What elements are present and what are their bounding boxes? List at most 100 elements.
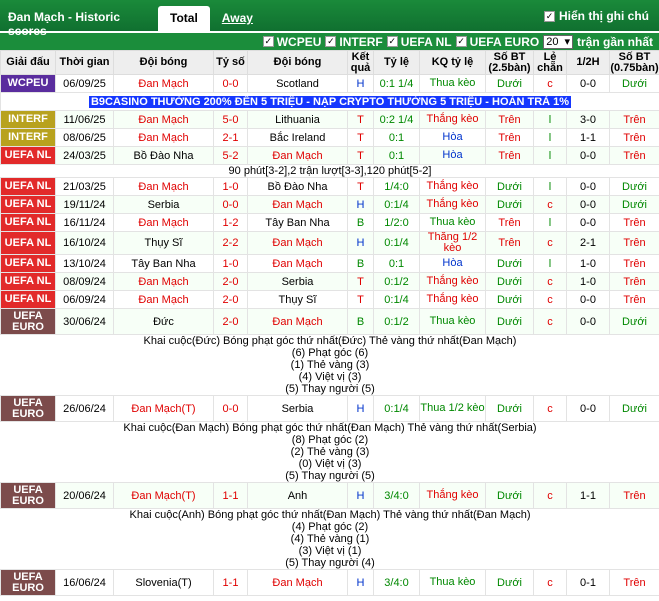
- filter-wcpeu[interactable]: ✓ WCPEU: [262, 35, 321, 49]
- filter-uefa-nl[interactable]: ✓ UEFA NL: [386, 35, 452, 49]
- home-team[interactable]: Đan Mạch(T): [113, 395, 214, 422]
- league-badge[interactable]: UEFA NL: [0, 254, 56, 273]
- over-under: Trên: [485, 110, 534, 129]
- home-team[interactable]: Đan Mạch: [113, 128, 214, 147]
- promo-banner[interactable]: B9CASINO THƯỞNG 200% ĐẾN 5 TRIỆU - NẠP C…: [0, 92, 659, 111]
- league-badge[interactable]: UEFA NL: [0, 146, 56, 165]
- away-team[interactable]: Serbia: [247, 395, 348, 422]
- away-team[interactable]: Anh: [247, 482, 348, 509]
- league-badge[interactable]: UEFA EURO: [0, 395, 56, 422]
- table-row[interactable]: UEFA EURO 16/06/24 Slovenia(T) 1-1 Đan Mạch H…: [0, 569, 659, 596]
- league-badge[interactable]: UEFA NL: [0, 290, 56, 309]
- away-team[interactable]: Đan Mạch: [247, 569, 348, 596]
- league-badge[interactable]: UEFA NL: [0, 195, 56, 214]
- tab-total[interactable]: Total: [158, 6, 210, 31]
- league-badge[interactable]: INTERF: [0, 110, 56, 129]
- promo-text[interactable]: B9CASINO THƯỞNG 200% ĐẾN 5 TRIỆU - NẠP C…: [88, 95, 572, 108]
- score: 5-2: [213, 146, 248, 165]
- checkbox-icon[interactable]: ✓: [455, 36, 467, 47]
- half-time-score: 0-0: [566, 213, 610, 232]
- away-team[interactable]: Đan Mạch: [247, 231, 348, 255]
- half-time-score: 1-0: [566, 272, 610, 291]
- table-row[interactable]: UEFA NL 16/10/24 Thụy Sĩ 2-2 Đan Mạch H 0:1/4 T…: [0, 231, 659, 255]
- match-date: 16/10/24: [55, 231, 114, 255]
- over-under-075: Trên: [609, 110, 659, 129]
- table-row[interactable]: UEFA NL 24/03/25 Bồ Đào Nha 5-2 Đan Mạch T 0:1…: [0, 146, 659, 165]
- match-result: H: [347, 395, 374, 422]
- home-team[interactable]: Đan Mạch: [113, 110, 214, 129]
- away-team[interactable]: Bồ Đào Nha: [247, 177, 348, 196]
- table-row[interactable]: UEFA NL 06/09/24 Đan Mạch 2-0 Thụy Sĩ T 0:1/4 T…: [0, 290, 659, 309]
- aggregate-note: 90 phút[3-2],2 trận lượt[3-3],120 phút[5…: [1, 165, 659, 178]
- league-badge[interactable]: UEFA NL: [0, 213, 56, 232]
- note-line: Khai cuộc(Anh) Bóng phạt góc thứ nhất(Đa…: [129, 509, 531, 521]
- table-row[interactable]: UEFA EURO 20/06/24 Đan Mạch(T) 1-1 Anh H 3/4:0…: [0, 482, 659, 509]
- match-result: H: [347, 482, 374, 509]
- promo-cell[interactable]: B9CASINO THƯỞNG 200% ĐẾN 5 TRIỆU - NẠP C…: [0, 92, 659, 111]
- home-team[interactable]: Đan Mạch: [113, 177, 214, 196]
- odd-even: l: [533, 110, 567, 129]
- table-row[interactable]: UEFA NL 16/11/24 Đan Mạch 1-2 Tây Ban Nha B 1/…: [0, 213, 659, 232]
- home-team[interactable]: Bồ Đào Nha: [113, 146, 214, 165]
- over-under-075: Trên: [609, 482, 659, 509]
- league-badge[interactable]: UEFA EURO: [0, 308, 56, 335]
- match-result: H: [347, 569, 374, 596]
- filter-interf[interactable]: ✓ INTERF: [325, 35, 383, 49]
- table-row[interactable]: UEFA NL 21/03/25 Đan Mạch 1-0 Bồ Đào Nha T 1/4…: [0, 177, 659, 196]
- away-team[interactable]: Serbia: [247, 272, 348, 291]
- home-team[interactable]: Tây Ban Nha: [113, 254, 214, 273]
- over-under: Trên: [485, 128, 534, 147]
- show-comments-toggle[interactable]: ✓ Hiển thị ghi chú: [544, 9, 649, 23]
- away-team[interactable]: Đan Mạch: [247, 195, 348, 214]
- home-team[interactable]: Serbia: [113, 195, 214, 214]
- league-badge[interactable]: UEFA NL: [0, 231, 56, 255]
- handicap: 0:1 1/4: [373, 74, 420, 93]
- home-team[interactable]: Đan Mạch(T): [113, 482, 214, 509]
- score: 2-0: [213, 308, 248, 335]
- league-badge[interactable]: INTERF: [0, 128, 56, 147]
- away-team[interactable]: Lithuania: [247, 110, 348, 129]
- home-team[interactable]: Đức: [113, 308, 214, 335]
- away-team[interactable]: Đan Mạch: [247, 146, 348, 165]
- league-badge[interactable]: UEFA EURO: [0, 482, 56, 509]
- league-badge[interactable]: UEFA NL: [0, 272, 56, 291]
- half-time-score: 3-0: [566, 110, 610, 129]
- checkbox-icon[interactable]: ✓: [386, 36, 398, 47]
- league-badge[interactable]: UEFA EURO: [0, 569, 56, 596]
- away-team[interactable]: Scotland: [247, 74, 348, 93]
- home-team[interactable]: Đan Mạch: [113, 213, 214, 232]
- table-row[interactable]: INTERF 08/06/25 Đan Mạch 2-1 Bắc Ireland T 0:1…: [0, 128, 659, 147]
- over-under: Dưới: [485, 254, 534, 273]
- league-badge[interactable]: WCPEU: [0, 74, 56, 93]
- tab-away[interactable]: Away: [210, 6, 265, 31]
- col-handicap: Tỷ lệ: [373, 50, 420, 75]
- odd-even: l: [533, 213, 567, 232]
- home-team[interactable]: Thụy Sĩ: [113, 231, 214, 255]
- away-team[interactable]: Bắc Ireland: [247, 128, 348, 147]
- away-team[interactable]: Tây Ban Nha: [247, 213, 348, 232]
- filter-uefa-euro[interactable]: ✓ UEFA EURO: [455, 35, 539, 49]
- table-row[interactable]: UEFA EURO 26/06/24 Đan Mạch(T) 0-0 Serbia H 0:…: [0, 395, 659, 422]
- table-row[interactable]: UEFA NL 19/11/24 Serbia 0-0 Đan Mạch H 0:1/4 Th…: [0, 195, 659, 214]
- league-badge[interactable]: UEFA NL: [0, 177, 56, 196]
- home-team[interactable]: Đan Mạch: [113, 74, 214, 93]
- table-row[interactable]: INTERF 11/06/25 Đan Mạch 5-0 Lithuania T 0:2 1…: [0, 110, 659, 129]
- home-team[interactable]: Slovenia(T): [113, 569, 214, 596]
- checkbox-icon[interactable]: ✓: [544, 10, 555, 22]
- table-row[interactable]: UEFA NL 13/10/24 Tây Ban Nha 1-0 Đan Mạch B 0:…: [0, 254, 659, 273]
- away-team[interactable]: Thụy Sĩ: [247, 290, 348, 309]
- match-stats-note: (1) Thẻ vàng (3): [1, 359, 659, 371]
- col-half: 1/2H: [566, 50, 610, 75]
- half-time-score: 0-0: [566, 74, 610, 93]
- match-count-select[interactable]: 20 ▾: [543, 34, 573, 49]
- table-row[interactable]: UEFA NL 08/09/24 Đan Mạch 2-0 Serbia T 0:1/2 Th…: [0, 272, 659, 291]
- checkbox-icon[interactable]: ✓: [262, 36, 274, 47]
- away-team[interactable]: Đan Mạch: [247, 308, 348, 335]
- checkbox-icon[interactable]: ✓: [325, 36, 337, 47]
- away-team[interactable]: Đan Mạch: [247, 254, 348, 273]
- home-team[interactable]: Đan Mạch: [113, 272, 214, 291]
- table-row[interactable]: WCPEU 06/09/25 Đan Mạch 0-0 Scotland H 0:1 1/4…: [0, 74, 659, 93]
- home-team[interactable]: Đan Mạch: [113, 290, 214, 309]
- table-row[interactable]: UEFA EURO 30/06/24 Đức 2-0 Đan Mạch B 0:1/2 Thu…: [0, 308, 659, 335]
- over-under: Dưới: [485, 272, 534, 291]
